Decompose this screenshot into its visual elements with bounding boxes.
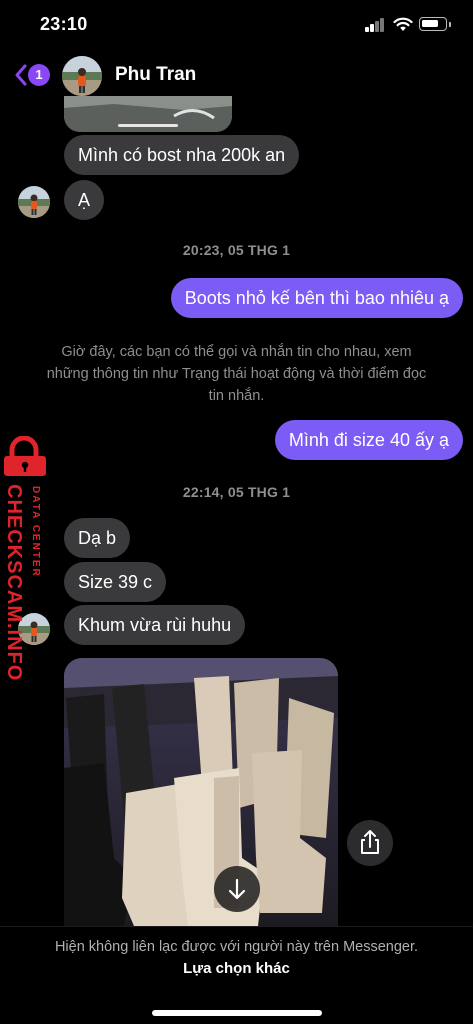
system-notice-line: Giờ đây, các bạn có thể gọi và nhắn tin … bbox=[61, 344, 412, 360]
watermark-tagline: DATA CENTER bbox=[30, 486, 41, 578]
message-bubble-incoming[interactable]: Size 39 c bbox=[64, 562, 167, 602]
timestamp: 22:14, 05 THG 1 bbox=[182, 484, 291, 500]
home-indicator[interactable] bbox=[152, 1010, 322, 1016]
unavailable-notice: Hiện không liên lạc được với người này t… bbox=[54, 939, 419, 955]
download-arrow-icon bbox=[228, 878, 246, 900]
back-chevron-icon[interactable] bbox=[14, 64, 28, 86]
other-options-link[interactable]: Lựa chọn khác bbox=[0, 960, 473, 977]
timestamp: 20:23, 05 THG 1 bbox=[182, 242, 291, 258]
shared-photo[interactable] bbox=[64, 658, 338, 926]
system-notice-line: những thông tin như Trạng thái hoạt động… bbox=[46, 366, 427, 382]
system-notice: Giờ đây, các bạn có thể gọi và nhắn tin … bbox=[30, 341, 443, 407]
message-bubble-outgoing[interactable]: Boots nhỏ kế bên thì bao nhiêu ạ bbox=[170, 278, 463, 318]
message-bubble-incoming[interactable]: Ạ bbox=[64, 180, 105, 220]
share-icon bbox=[361, 830, 379, 854]
signal-icon bbox=[365, 18, 385, 32]
wifi-icon bbox=[393, 17, 413, 31]
avatar[interactable] bbox=[18, 186, 50, 218]
avatar[interactable] bbox=[62, 56, 102, 96]
battery-icon bbox=[419, 17, 451, 31]
footer: Hiện không liên lạc được với người này t… bbox=[0, 926, 473, 1024]
share-button[interactable] bbox=[347, 820, 393, 866]
status-time: 23:10 bbox=[40, 14, 88, 34]
watermark-brand: CHECKSCAM.INFO bbox=[3, 484, 25, 682]
message-bubble-outgoing[interactable]: Mình đi size 40 ấy ạ bbox=[274, 420, 463, 460]
chat-header: 1 Phu Tran bbox=[0, 50, 473, 102]
message-bubble-incoming[interactable]: Dạ b bbox=[64, 518, 131, 558]
checkscam-watermark: CHECKSCAM.INFO DATA CENTER bbox=[0, 436, 60, 681]
message-bubble-incoming[interactable]: Mình có bost nha 200k an bbox=[64, 135, 300, 175]
message-bubble-incoming[interactable]: Khum vừa rùi huhu bbox=[64, 605, 246, 645]
status-bar: 23:10 bbox=[0, 0, 473, 50]
system-notice-line: tin nhắn. bbox=[208, 388, 265, 404]
unread-badge[interactable]: 1 bbox=[28, 64, 50, 86]
download-button[interactable] bbox=[214, 866, 260, 912]
contact-name[interactable]: Phu Tran bbox=[115, 64, 196, 86]
shared-image-top[interactable] bbox=[64, 96, 232, 132]
